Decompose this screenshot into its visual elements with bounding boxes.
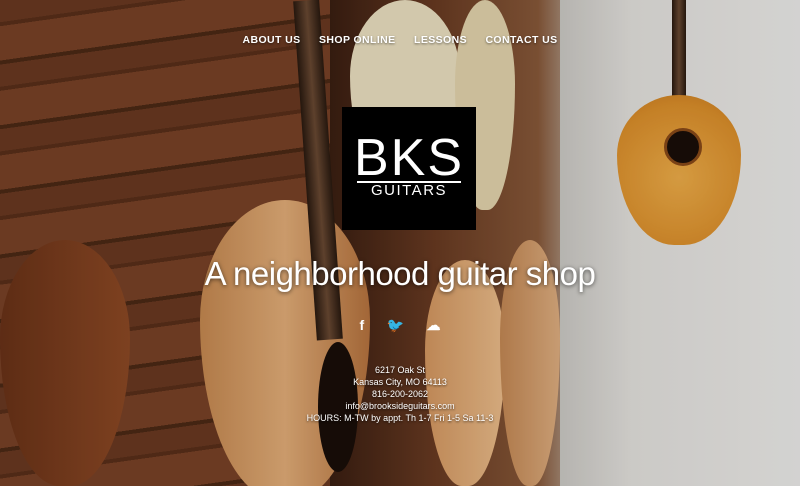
social-links: f 🐦 ☁: [0, 317, 800, 335]
store-hours: HOURS: M-TW by appt. Th 1-7 Fri 1-5 Sa 1…: [306, 413, 494, 423]
nav-shop-online[interactable]: SHOP ONLINE: [319, 34, 396, 46]
bks-logo[interactable]: BKS GUITARS: [342, 107, 476, 230]
logo-sub-text: GUITARS: [357, 181, 461, 199]
twitter-icon[interactable]: 🐦: [387, 317, 404, 334]
nav-about-us[interactable]: ABOUT US: [242, 34, 300, 46]
email-link[interactable]: info@brooksideguitars.com: [0, 400, 800, 412]
nav-contact-us[interactable]: CONTACT US: [485, 34, 557, 46]
address-city: Kansas City, MO 64113: [353, 377, 447, 387]
tagline: A neighborhood guitar shop: [204, 255, 596, 292]
phone-number[interactable]: 816-200-2062: [0, 388, 800, 400]
nav-lessons[interactable]: LESSONS: [414, 34, 467, 46]
soundcloud-icon[interactable]: ☁: [427, 317, 441, 334]
address-street: 6217 Oak St: [374, 365, 426, 375]
contact-info: 6217 Oak St Kansas City, MO 64113 816-20…: [0, 364, 800, 424]
logo-main-text: BKS: [353, 129, 465, 187]
facebook-icon[interactable]: f: [359, 317, 364, 333]
main-nav: ABOUT US SHOP ONLINE LESSONS CONTACT US: [0, 30, 800, 48]
